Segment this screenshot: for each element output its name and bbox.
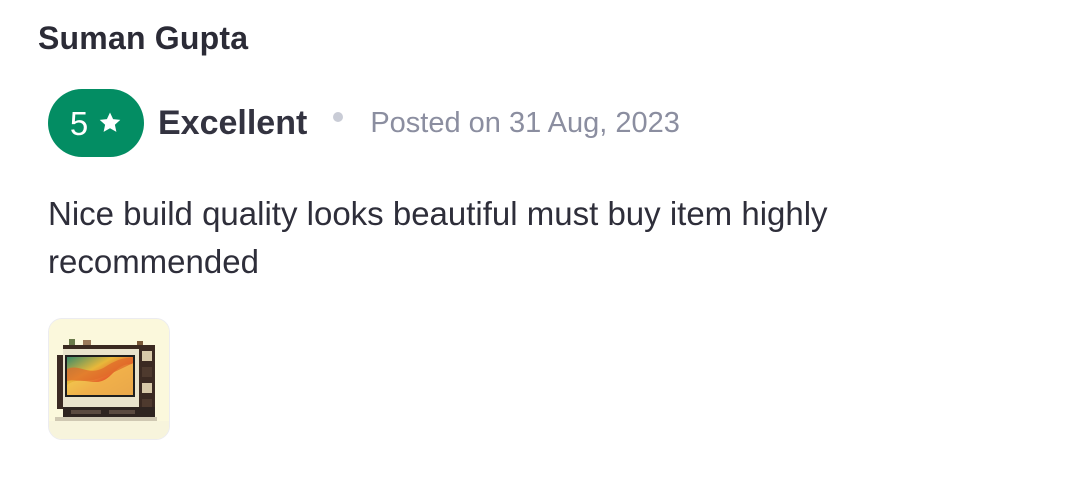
rating-row: 5 Excellent Posted on 31 Aug, 2023 xyxy=(48,89,680,157)
rating-badge: 5 xyxy=(48,89,144,157)
rating-value: 5 xyxy=(69,104,89,142)
rating-label: Excellent xyxy=(158,103,308,142)
posted-date: Posted on 31 Aug, 2023 xyxy=(370,106,680,139)
review-text: Nice build quality looks beautiful must … xyxy=(48,195,828,280)
dot-separator xyxy=(333,112,344,122)
review-card: Suman Gupta 5 Excellent Posted on 31 Aug… xyxy=(0,0,1080,483)
reviewer-name: Suman Gupta xyxy=(38,20,249,56)
review-image-thumbnail[interactable] xyxy=(48,318,170,440)
tv-unit-product-photo xyxy=(49,319,169,439)
star-icon xyxy=(99,112,121,132)
